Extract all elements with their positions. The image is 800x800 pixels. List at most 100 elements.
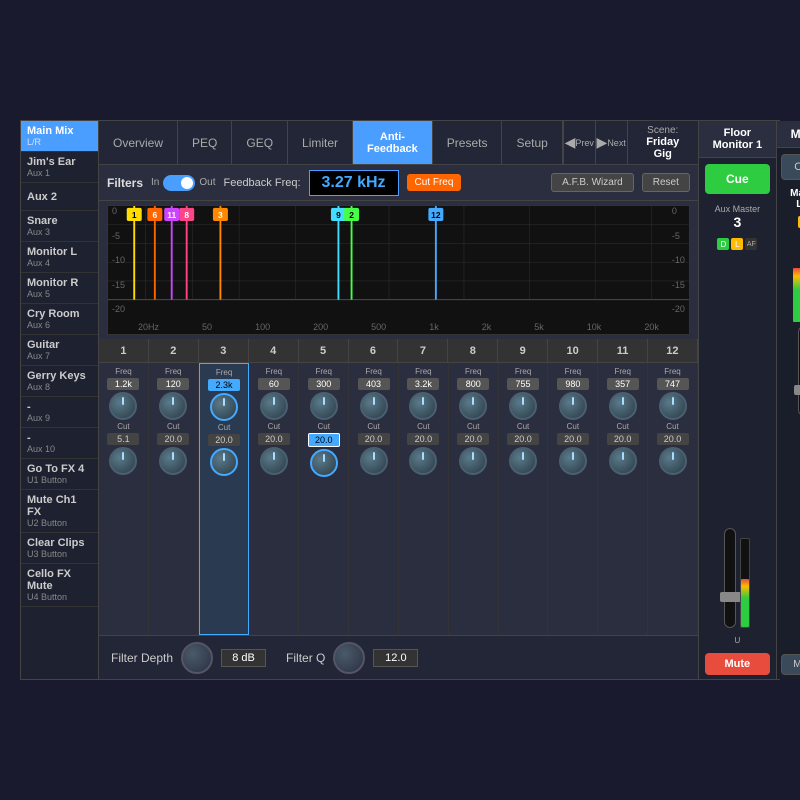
sidebar-item-monitor-r[interactable]: Monitor R Aux 5	[21, 273, 98, 304]
channel-strips: 1 2 3 4 5 6 7 8 9 10 11 12 Freq 1.2k	[99, 339, 698, 635]
fader-handle[interactable]	[720, 592, 742, 602]
tab-geq[interactable]: GEQ	[232, 121, 288, 164]
sidebar-item-cello-fx-mute[interactable]: Cello FX Mute U4 Button	[21, 564, 98, 607]
sidebar-item-sub: Aux 3	[27, 227, 92, 237]
ch3-cut-label: Cut	[218, 423, 230, 432]
ch2-cut-knob[interactable]	[159, 447, 187, 475]
ch10-knob[interactable]	[559, 392, 587, 420]
toggle-pill[interactable]	[163, 175, 195, 191]
ch1-cut-knob[interactable]	[109, 447, 137, 475]
ch3-cut-knob[interactable]	[210, 448, 238, 476]
ch4-freq-val[interactable]: 60	[258, 378, 290, 390]
ch12-freq-val[interactable]: 747	[657, 378, 689, 390]
sidebar-item-gerry-keys[interactable]: Gerry Keys Aux 8	[21, 366, 98, 397]
meter-bars	[793, 232, 800, 322]
filter-depth-knob[interactable]	[181, 642, 213, 674]
mute-button[interactable]: Mute	[705, 653, 770, 675]
tab-setup[interactable]: Setup	[502, 121, 562, 164]
ch11-freq-val[interactable]: 357	[607, 378, 639, 390]
sidebar-item-jims-ear[interactable]: Jim's Ear Aux 1	[21, 152, 98, 183]
ch5-knob[interactable]	[310, 392, 338, 420]
sidebar-item-mute-ch1-fx[interactable]: Mute Ch1 FX U2 Button	[21, 490, 98, 533]
sidebar-item-aux10[interactable]: - Aux 10	[21, 428, 98, 459]
next-button[interactable]: ▶ Next	[596, 121, 628, 165]
ch10-cut-val[interactable]: 20.0	[557, 433, 589, 445]
ch5-freq-val[interactable]: 300	[308, 378, 340, 390]
ch7-cut-val[interactable]: 20.0	[407, 433, 439, 445]
ch7-cut-label: Cut	[417, 422, 429, 431]
ch6-cut-knob[interactable]	[360, 447, 388, 475]
ch5-cut-knob[interactable]	[310, 449, 338, 477]
filter-q-knob[interactable]	[333, 642, 365, 674]
channel-col-11: Freq 357 Cut 20.0	[598, 363, 648, 635]
tab-overview[interactable]: Overview	[99, 121, 178, 164]
sidebar-item-main-mix[interactable]: Main Mix L/R	[21, 121, 98, 152]
ch12-knob[interactable]	[659, 392, 687, 420]
ch4-knob[interactable]	[260, 392, 288, 420]
ch9-cut-knob[interactable]	[509, 447, 537, 475]
ch4-cut-val[interactable]: 20.0	[258, 433, 290, 445]
ch9-freq-val[interactable]: 755	[507, 378, 539, 390]
ch7-cut-knob[interactable]	[409, 447, 437, 475]
sidebar-item-sub: Aux 1	[27, 168, 92, 178]
ch8-knob[interactable]	[459, 392, 487, 420]
ch2-cut-val[interactable]: 20.0	[157, 433, 189, 445]
main-mute-button[interactable]: Mute	[781, 654, 800, 675]
ch9-knob[interactable]	[509, 392, 537, 420]
ch-num-10: 10	[548, 339, 598, 362]
sidebar-item-aux2[interactable]: Aux 2	[21, 183, 98, 211]
reset-button[interactable]: Reset	[642, 173, 690, 192]
ch9-cut-val[interactable]: 20.0	[507, 433, 539, 445]
cue-button[interactable]: Cue	[705, 164, 770, 194]
tab-anti-feedback[interactable]: Anti- Feedback	[353, 121, 433, 164]
ch12-cut-knob[interactable]	[659, 447, 687, 475]
sidebar-item-guitar[interactable]: Guitar Aux 7	[21, 335, 98, 366]
ch1-cut-val[interactable]: 5.1	[107, 433, 139, 445]
ch8-cut-val[interactable]: 20.0	[457, 433, 489, 445]
ch11-cut-knob[interactable]	[609, 447, 637, 475]
tab-limiter[interactable]: Limiter	[288, 121, 353, 164]
ch2-freq-val[interactable]: 120	[157, 378, 189, 390]
ch7-freq-val[interactable]: 3.2k	[407, 378, 439, 390]
afb-wizard-button[interactable]: A.F.B. Wizard	[551, 173, 634, 192]
sidebar-item-clear-clips[interactable]: Clear Clips U3 Button	[21, 533, 98, 564]
ch-num-4: 4	[249, 339, 299, 362]
ch12-cut-val[interactable]: 20.0	[657, 433, 689, 445]
ch11-cut-val[interactable]: 20.0	[607, 433, 639, 445]
sidebar-item-label: Jim's Ear	[27, 156, 92, 168]
svg-text:11: 11	[167, 210, 176, 220]
main-cue-button[interactable]: Cue	[781, 154, 800, 180]
mains-handle[interactable]	[794, 385, 800, 395]
meter-area: C U	[777, 212, 800, 650]
ch4-cut-knob[interactable]	[260, 447, 288, 475]
ch11-knob[interactable]	[609, 392, 637, 420]
tab-peq[interactable]: PEQ	[178, 121, 232, 164]
ch5-cut-val[interactable]: 20.0	[308, 433, 340, 447]
ch1-freq-val[interactable]: 1.2k	[107, 378, 139, 390]
ch8-cut-knob[interactable]	[459, 447, 487, 475]
tab-presets[interactable]: Presets	[433, 121, 503, 164]
ch2-knob[interactable]	[159, 392, 187, 420]
fader-track[interactable]	[724, 528, 736, 628]
ch3-cut-val[interactable]: 20.0	[208, 434, 240, 446]
filter-toggle[interactable]: In Out	[151, 175, 215, 191]
ch6-cut-val[interactable]: 20.0	[358, 433, 390, 445]
sidebar-item-monitor-l[interactable]: Monitor L Aux 4	[21, 242, 98, 273]
ch9-cut-label: Cut	[517, 422, 529, 431]
cut-freq-button[interactable]: Cut Freq	[407, 174, 462, 191]
sidebar-item-go-to-fx4[interactable]: Go To FX 4 U1 Button	[21, 459, 98, 490]
prev-label: Prev	[575, 138, 594, 148]
ch7-knob[interactable]	[409, 392, 437, 420]
sidebar-item-snare[interactable]: Snare Aux 3	[21, 211, 98, 242]
prev-button[interactable]: ◀ Prev	[564, 121, 596, 165]
ch3-knob[interactable]	[210, 393, 238, 421]
ch6-freq-val[interactable]: 403	[358, 378, 390, 390]
ch8-freq-val[interactable]: 800	[457, 378, 489, 390]
sidebar-item-aux9[interactable]: - Aux 9	[21, 397, 98, 428]
ch6-knob[interactable]	[360, 392, 388, 420]
ch10-freq-val[interactable]: 980	[557, 378, 589, 390]
ch10-cut-knob[interactable]	[559, 447, 587, 475]
sidebar-item-cry-room[interactable]: Cry Room Aux 6	[21, 304, 98, 335]
ch1-knob[interactable]	[109, 392, 137, 420]
ch3-freq-val[interactable]: 2.3k	[208, 379, 240, 391]
